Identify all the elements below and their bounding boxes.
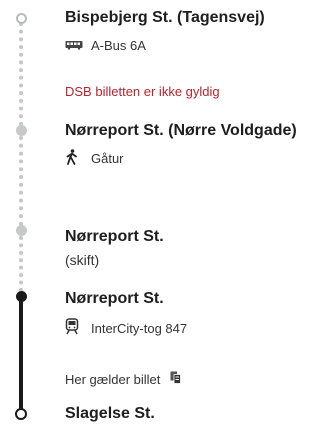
stop-marker (16, 125, 27, 136)
ticket-valid-label: Her gælder billet (65, 371, 161, 387)
walking-person-icon (65, 149, 83, 168)
train-leg-label: InterCity-tog 847 (91, 320, 188, 336)
stop-name: Nørreport St. (65, 290, 164, 307)
stop-marker (16, 291, 27, 302)
bus-leg-label: A-Bus 6A (91, 38, 146, 53)
stop-name: Bispebjerg St. (Tagensvej) (65, 9, 265, 26)
walking-route-line-1 (19, 22, 27, 126)
stop-name: Nørreport St. (Nørre Voldgade) (65, 122, 297, 139)
walking-route-line-3 (19, 236, 27, 292)
train-route-line (19, 297, 23, 411)
bus-leg: A-Bus 6A (65, 38, 146, 53)
stop-name: Nørreport St. (65, 228, 164, 245)
ticket-icon (170, 371, 182, 387)
bus-icon (65, 38, 83, 53)
train-icon (65, 318, 83, 338)
transfer-label: (skift) (65, 252, 100, 268)
walk-leg: Gåtur (65, 149, 124, 168)
destination-stop-marker (15, 408, 27, 420)
train-leg: InterCity-tog 847 (65, 318, 187, 338)
stop-marker (16, 225, 27, 236)
ticket-valid-notice: Her gælder billet (65, 371, 182, 387)
invalid-ticket-notice: DSB billetten er ikke gyldig (65, 84, 220, 99)
origin-stop-marker (16, 13, 27, 24)
walk-leg-label: Gåtur (91, 151, 124, 166)
walking-route-line-2 (19, 136, 27, 226)
stop-name: Slagelse St. (65, 405, 155, 422)
